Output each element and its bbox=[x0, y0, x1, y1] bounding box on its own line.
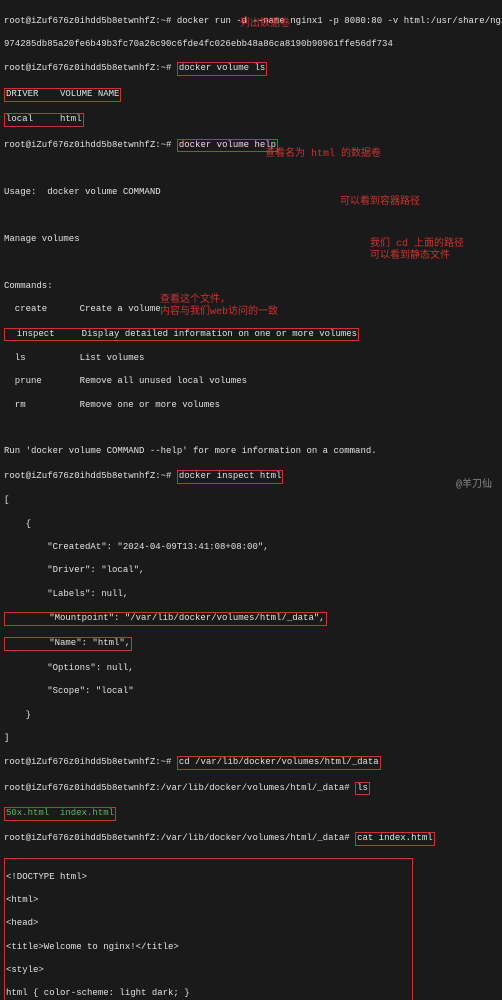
cmd-docker-run: docker run -d --name nginx1 -p 8080:80 -… bbox=[177, 16, 502, 26]
container-id: 974285db85a20fe6b49b3fc70a26c90c6fde4fc0… bbox=[4, 39, 498, 51]
usage-text: Usage: docker volume COMMAND bbox=[4, 187, 498, 199]
cmd-inspect: docker inspect html bbox=[177, 470, 284, 484]
volume-row: local html bbox=[4, 113, 84, 127]
ls-output: 50x.html index.html bbox=[4, 807, 116, 821]
cmd-ls-help: ls List volumes bbox=[4, 353, 498, 365]
json-mountpoint: "Mountpoint": "/var/lib/docker/volumes/h… bbox=[4, 612, 327, 626]
help-hint: Run 'docker volume COMMAND --help' for m… bbox=[4, 446, 498, 458]
commands-label: Commands: bbox=[4, 281, 498, 293]
watermark: @羊刀仙 bbox=[456, 479, 492, 492]
annotation-1: 列出数据卷 bbox=[240, 18, 290, 31]
cmd-inspect-help: inspect Display detailed information on … bbox=[4, 328, 359, 342]
cmd-rm-help: rm Remove one or more volumes bbox=[4, 400, 498, 412]
cmd-ls2: ls bbox=[355, 782, 370, 796]
annotation-5: 可以看到静态文件 bbox=[370, 250, 450, 263]
cmd-cd: cd /var/lib/docker/volumes/html/_data bbox=[177, 756, 381, 770]
annotation-7: 内容与我们web访问的一致 bbox=[160, 306, 278, 319]
cmd-volume-help: docker volume help bbox=[177, 139, 278, 153]
cmd-volume-ls: docker volume ls bbox=[177, 62, 267, 76]
volume-header: DRIVER VOLUME NAME bbox=[4, 88, 121, 102]
cmd-prune-help: prune Remove all unused local volumes bbox=[4, 376, 498, 388]
prompt: root@iZuf676z0ihdd5b8etwnhfZ:~# bbox=[4, 16, 171, 26]
cmd-cat: cat index.html bbox=[355, 832, 435, 846]
annotation-3: 可以看到容器路径 bbox=[340, 196, 420, 209]
json-name: "Name": "html", bbox=[4, 637, 132, 651]
terminal-output: root@iZuf676z0ihdd5b8etwnhfZ:~# docker r… bbox=[4, 4, 498, 1000]
annotation-2: 查看名为 html 的数据卷 bbox=[265, 148, 381, 161]
